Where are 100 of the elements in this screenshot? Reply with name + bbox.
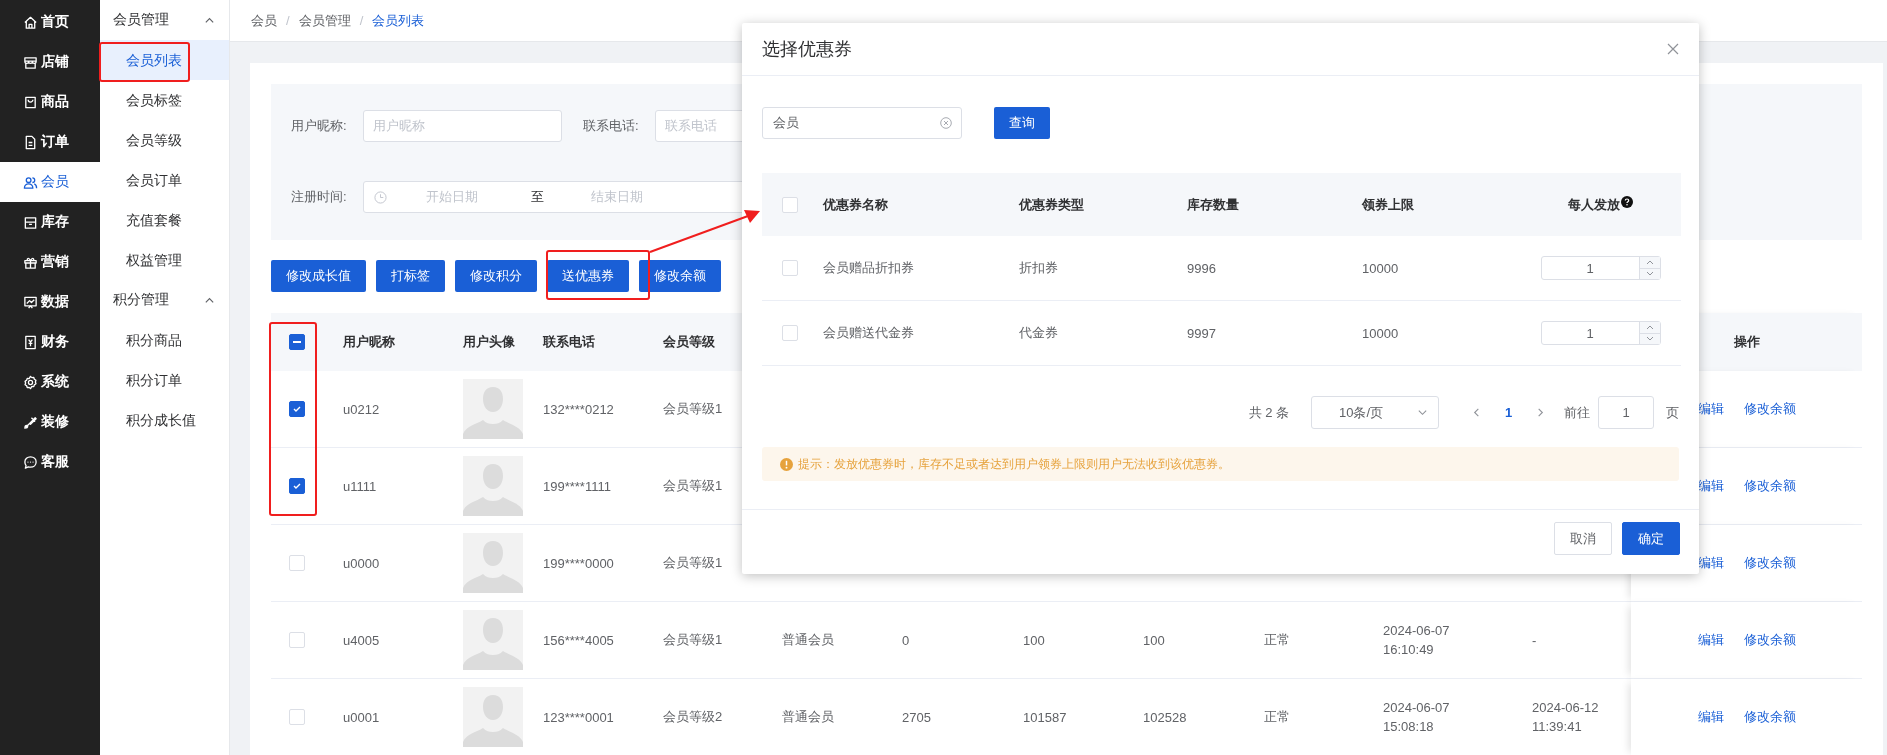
sidebar-item[interactable]: 商品 (0, 82, 100, 122)
breadcrumb-link[interactable]: 会员 (251, 11, 277, 30)
action-link[interactable]: 编辑 (1697, 631, 1724, 649)
table-cell: 123****0001 (543, 709, 614, 725)
breadcrumb-link[interactable]: 会员管理 (298, 11, 351, 30)
table-cell: 100 (1143, 632, 1165, 648)
table-cell: 会员等级1 (663, 631, 723, 649)
table-cell: 10000 (1362, 260, 1399, 276)
action-link[interactable]: 修改余额 (1743, 708, 1796, 726)
table-cell: 正常 (1264, 708, 1290, 726)
menu-group[interactable]: 积分管理 (100, 280, 229, 320)
cancel-button[interactable]: 取消 (1554, 522, 1612, 555)
sidebar-item[interactable]: 库存 (0, 202, 100, 242)
action-button[interactable]: 送优惠券 (547, 260, 629, 292)
avatar-silhouette (463, 687, 523, 747)
submenu-item[interactable]: 权益管理 (100, 240, 229, 280)
table-cell: 102528 (1143, 709, 1187, 725)
menu-group[interactable]: 会员管理 (100, 0, 229, 40)
table-cell: 折扣券 (1019, 259, 1058, 277)
table-cell-text: - (1532, 631, 1538, 650)
check-icon (292, 481, 302, 491)
submenu-item[interactable]: 会员列表 (100, 40, 229, 80)
document-icon (23, 134, 38, 150)
submenu-item[interactable]: 充值套餐 (100, 200, 229, 240)
action-button[interactable]: 修改余额 (639, 260, 721, 292)
table-cell: u4005 (343, 632, 380, 648)
page-suffix: 页 (1666, 403, 1679, 422)
avatar-silhouette (463, 379, 523, 439)
action-button[interactable]: 修改成长值 (271, 260, 366, 292)
table-cell: 9997 (1187, 325, 1216, 341)
table-cell-text: 2024-06-07 16:10:49 (1383, 622, 1451, 659)
sidebar-item[interactable]: 装修 (0, 402, 100, 442)
action-button[interactable]: 打标签 (376, 260, 445, 292)
page-input[interactable]: 1 (1598, 396, 1654, 429)
table-cell: 会员等级1 (663, 554, 723, 572)
table-cell: 199****0000 (543, 555, 614, 571)
action-link[interactable]: 修改余额 (1743, 554, 1796, 572)
checkbox[interactable] (289, 478, 305, 494)
action-link[interactable]: 修改余额 (1743, 477, 1796, 495)
field-label: 用户昵称: (291, 117, 348, 135)
sidebar-item[interactable]: 营销 (0, 242, 100, 282)
table-cell: 普通会员 (782, 631, 834, 649)
action-link[interactable]: 编辑 (1697, 708, 1724, 726)
table-cell: 2705 (902, 709, 931, 725)
receipt-icon (23, 334, 38, 350)
action-button[interactable]: 修改积分 (455, 260, 537, 292)
table-cell: 0 (902, 632, 910, 648)
search-button[interactable]: 查询 (994, 107, 1050, 139)
column-header: 优惠券名称 (815, 173, 1011, 236)
submenu-item[interactable]: 会员标签 (100, 80, 229, 120)
action-link[interactable]: 编辑 (1697, 477, 1724, 495)
column-header: 用户昵称 (331, 313, 451, 371)
number-stepper[interactable]: 1 (1540, 321, 1661, 345)
search-field[interactable]: 会员 (762, 107, 962, 139)
submenu-item[interactable]: 积分商品 (100, 320, 229, 360)
sidebar-item[interactable]: 客服 (0, 442, 100, 482)
number-stepper[interactable]: 1 (1540, 256, 1661, 280)
box-icon (23, 214, 38, 230)
sidebar-item[interactable]: 系统 (0, 362, 100, 402)
page-number[interactable]: 1 (1492, 405, 1525, 420)
chat-icon (23, 454, 38, 470)
table-cell: 普通会员 (782, 708, 834, 726)
sidebar-item[interactable]: 会员 (0, 162, 100, 202)
sidebar-item[interactable]: 财务 (0, 322, 100, 362)
sidebar-item[interactable]: 订单 (0, 122, 100, 162)
clock-icon (374, 190, 387, 204)
checkbox[interactable] (289, 401, 305, 417)
submenu-item[interactable]: 会员等级 (100, 120, 229, 160)
breadcrumb-link[interactable]: 会员列表 (372, 11, 425, 30)
breadcrumb-separator: / (286, 13, 290, 28)
warning-icon (780, 457, 793, 471)
people-icon (23, 174, 38, 190)
submenu-item[interactable]: 积分订单 (100, 360, 229, 400)
action-link[interactable]: 编辑 (1697, 554, 1724, 572)
submenu-item[interactable]: 会员订单 (100, 160, 229, 200)
close-icon[interactable] (1667, 43, 1679, 55)
confirm-button[interactable]: 确定 (1622, 522, 1680, 555)
checkbox[interactable] (289, 334, 305, 350)
help-icon (1621, 195, 1633, 208)
page-size-select[interactable]: 10条/页 (1311, 396, 1439, 429)
submenu-item[interactable]: 积分成长值 (100, 400, 229, 440)
home-icon (23, 14, 38, 30)
column-header: 联系电话 (531, 313, 651, 371)
clear-icon[interactable] (940, 117, 952, 129)
gear-icon (23, 374, 38, 390)
table-cell: u1111 (343, 478, 377, 494)
table-cell: 正常 (1264, 631, 1290, 649)
column-header: 优惠券类型 (1011, 173, 1179, 236)
sidebar-item[interactable]: 首页 (0, 2, 100, 42)
table-cell: 会员赠送代金券 (823, 324, 914, 342)
action-link[interactable]: 修改余额 (1743, 400, 1796, 418)
check-icon (292, 404, 302, 414)
sidebar-item[interactable]: 店铺 (0, 42, 100, 82)
sidebar-item[interactable]: 数据 (0, 282, 100, 322)
action-link[interactable]: 编辑 (1697, 400, 1724, 418)
tip-text: 提示：发放优惠券时，库存不足或者达到用户领券上限则用户无法收到该优惠券。 (798, 455, 1230, 473)
action-link[interactable]: 修改余额 (1743, 631, 1796, 649)
avatar-silhouette (463, 610, 523, 670)
table-cell: u0212 (343, 401, 380, 417)
column-header: 用户头像 (451, 313, 531, 371)
